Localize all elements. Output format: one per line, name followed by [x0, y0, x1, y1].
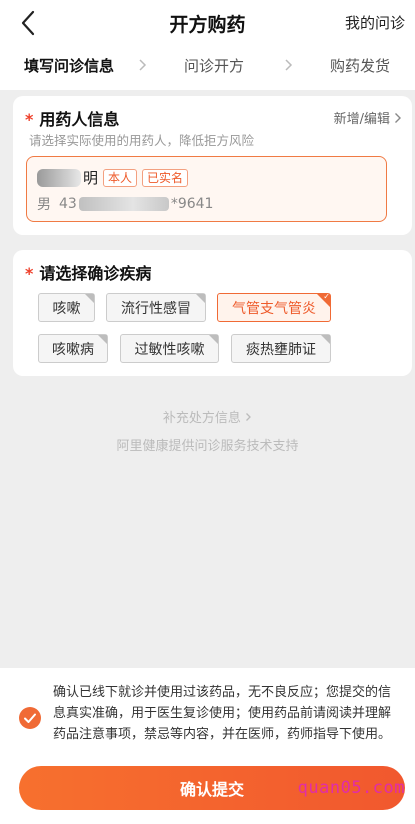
- disease-option-bronchitis[interactable]: 气管支气管炎 ✓: [217, 292, 331, 322]
- patient-card-title-text: 用药人信息: [39, 110, 120, 129]
- patient-gender: 男: [37, 197, 51, 213]
- patient-card-title: * 用药人信息: [25, 106, 119, 130]
- corner-mark: [98, 335, 107, 344]
- chevron-right-icon: [395, 112, 401, 123]
- required-mark: *: [25, 264, 34, 283]
- my-consultations-link[interactable]: 我的问诊: [345, 12, 405, 33]
- disease-label: 痰热壅肺证: [246, 341, 316, 358]
- disease-card-title: * 请选择确诊疾病: [25, 260, 151, 284]
- patient-phone-prefix: 43: [59, 196, 77, 212]
- step-ship: 购药发货: [330, 57, 391, 75]
- disease-option-cough[interactable]: 咳嗽: [38, 293, 95, 322]
- check-icon: [24, 713, 36, 723]
- check-icon: ✓: [323, 292, 330, 301]
- disease-label: 气管支气管炎: [232, 300, 316, 317]
- step-indicator: 填写问诊信息 问诊开方 购药发货: [0, 52, 415, 80]
- disease-label: 咳嗽: [52, 300, 81, 317]
- patient-name: 明: [83, 169, 99, 187]
- supplement-prescription-link[interactable]: 补充处方信息: [0, 407, 415, 426]
- disease-card: * 请选择确诊疾病 咳嗽 流行性感冒 气管支气管炎 ✓ 咳嗽病 过敏性咳嗽 痰热壅…: [13, 250, 412, 376]
- disease-label: 流行性感冒: [121, 300, 191, 317]
- patient-name-row: 明 本人 已实名: [37, 167, 189, 188]
- disease-option-cough-disease[interactable]: 咳嗽病: [38, 334, 108, 363]
- consent-checkbox[interactable]: [19, 707, 41, 729]
- corner-mark: [196, 294, 205, 303]
- supplement-label: 补充处方信息: [162, 411, 241, 426]
- patient-card-subtitle: 请选择实际使用的用药人，降低拒方风险: [29, 133, 255, 148]
- blurred-name: [37, 168, 81, 187]
- patient-info-card: * 用药人信息 请选择实际使用的用药人，降低拒方风险 新增/编辑 明 本人 已实名…: [13, 96, 412, 235]
- corner-mark: [321, 335, 330, 344]
- corner-mark: [209, 335, 218, 344]
- add-edit-label: 新增/编辑: [333, 112, 390, 127]
- patient-info-row: 男 43 *9641: [37, 194, 213, 214]
- blurred-phone: [78, 197, 169, 211]
- required-mark: *: [25, 110, 34, 129]
- support-text: 阿里健康提供问诊服务技术支持: [116, 439, 299, 454]
- disease-option-phlegm-heat[interactable]: 痰热壅肺证: [231, 334, 331, 363]
- step-fill-info: 填写问诊信息: [24, 57, 115, 75]
- disease-card-title-text: 请选择确诊疾病: [39, 264, 152, 283]
- consent-text: 确认已线下就诊并使用过该药品，无不良反应；您提交的信息真实准确，用于医生复诊使用…: [53, 685, 392, 742]
- corner-mark: [85, 294, 94, 303]
- header: 开方购药 我的问诊 填写问诊信息 问诊开方 购药发货: [0, 0, 415, 90]
- watermark: quan05.com: [297, 778, 405, 798]
- disease-option-influenza[interactable]: 流行性感冒: [106, 293, 206, 322]
- chevron-right-icon: [246, 413, 251, 421]
- disease-option-allergic-cough[interactable]: 过敏性咳嗽: [120, 334, 219, 363]
- add-edit-patient-link[interactable]: 新增/编辑: [334, 108, 402, 127]
- nav-bar: 开方购药 我的问诊: [0, 0, 415, 44]
- disease-label: 咳嗽病: [52, 341, 94, 358]
- step-prescribe: 问诊开方: [184, 57, 245, 75]
- chevron-right-icon: [285, 59, 293, 71]
- verified-badge: 已实名: [142, 168, 189, 187]
- patient-phone-suffix: *9641: [170, 196, 214, 212]
- selected-patient[interactable]: 明 本人 已实名 男 43 *9641: [26, 156, 387, 222]
- chevron-right-icon: [139, 59, 147, 71]
- self-badge: 本人: [103, 168, 138, 187]
- bottom-bar: 确认已线下就诊并使用过该药品，无不良反应；您提交的信息真实准确，用于医生复诊使用…: [0, 668, 415, 824]
- disease-label: 过敏性咳嗽: [134, 341, 205, 358]
